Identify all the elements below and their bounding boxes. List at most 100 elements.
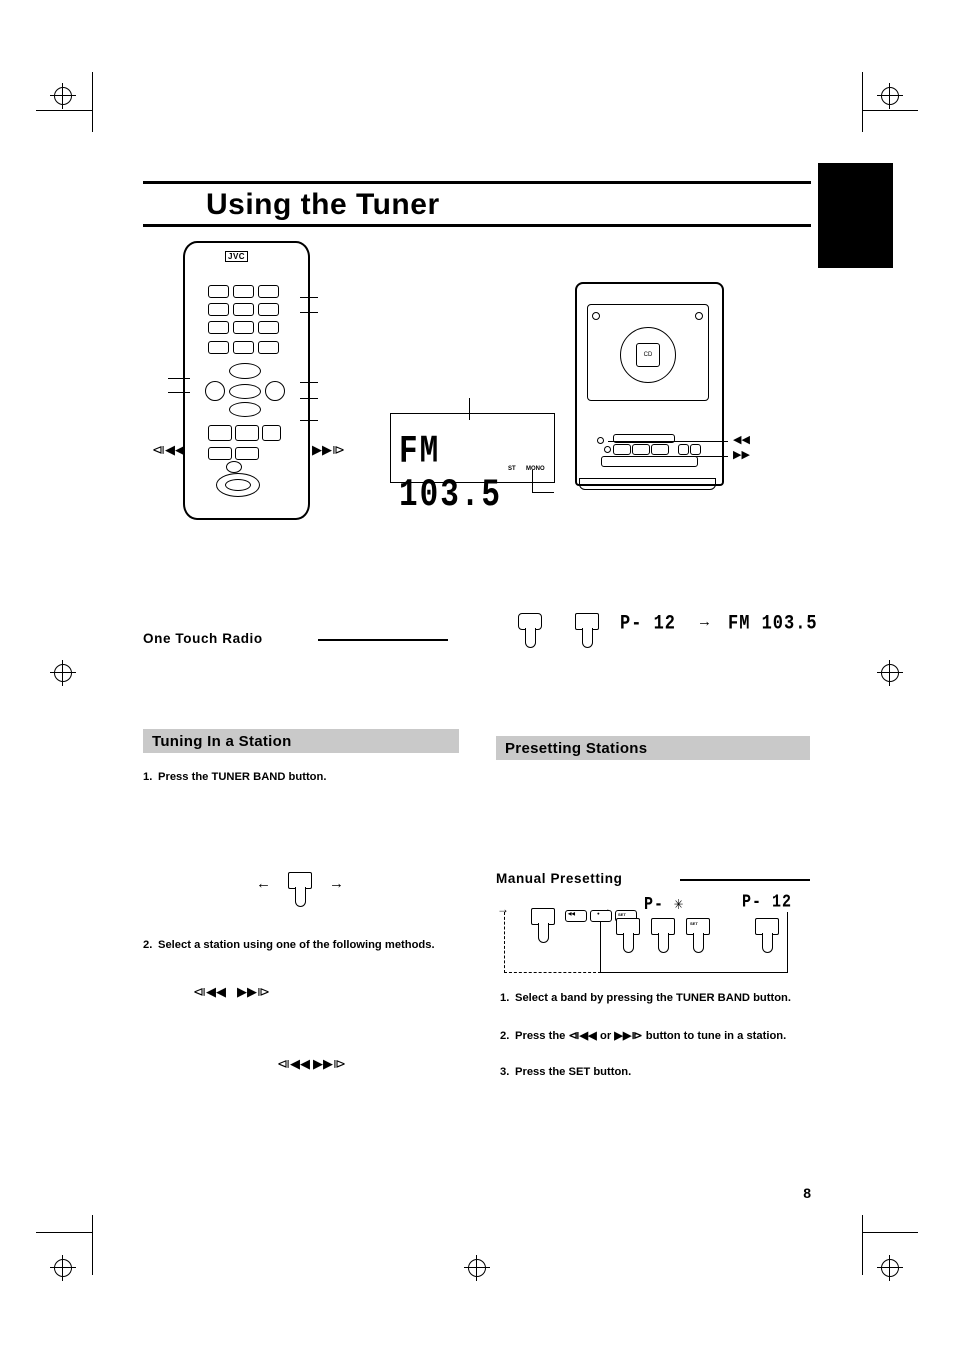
hand-finger — [582, 628, 593, 648]
unit-button-5[interactable] — [690, 444, 701, 455]
leader-line-remote-2 — [300, 312, 318, 313]
registration-mark-mid-left — [50, 660, 76, 686]
remote-rew-glyph: ⧏◀◀ — [152, 442, 185, 457]
unit-button-4[interactable] — [678, 444, 689, 455]
remote-transport-button-4[interactable] — [208, 447, 232, 460]
page-title: Using the Tuner — [206, 187, 440, 221]
registration-mark-bottom-left — [50, 1255, 76, 1281]
page-number: 8 — [803, 1185, 811, 1201]
remote-tuner-band-button[interactable] — [229, 363, 261, 379]
hand-finger — [623, 933, 634, 953]
tuning-step-1-number: 1. — [143, 771, 153, 783]
unit-corner-screw-left — [592, 312, 600, 320]
preset-flash-readout: P- ✳ — [644, 894, 685, 915]
remote-ff-glyph: ▶▶⧐ — [312, 442, 345, 457]
remote-volume-up-button[interactable] — [226, 461, 242, 473]
registration-mark-mid-right — [877, 660, 903, 686]
tuning-step-2-text: Select a station using one of the follow… — [158, 939, 435, 951]
remote-set-oval-button[interactable] — [229, 402, 261, 417]
leader-line-remote-1 — [300, 297, 318, 298]
display-mono-indicator: MONO — [526, 466, 545, 472]
crop-mark-right-vertical — [862, 72, 864, 132]
remote-button-r3c2[interactable] — [233, 321, 254, 334]
registration-mark-bottom-center — [464, 1255, 490, 1281]
hand-finger — [525, 628, 536, 648]
stereo-unit-illustration: CD — [575, 282, 724, 501]
remote-button-r1c3[interactable] — [258, 285, 279, 298]
presetting-section-bar: Presetting Stations — [496, 736, 810, 760]
unit-standby-indicator — [604, 446, 611, 453]
leader-line-display — [469, 398, 470, 420]
presetting-step-2-number: 2. — [500, 1030, 510, 1042]
remote-button-r1c1[interactable] — [208, 285, 229, 298]
remote-button-r2c1[interactable] — [208, 303, 229, 316]
tuning-rew-glyph-1: ⧏◀◀ — [193, 984, 226, 999]
remote-transport-button-1[interactable] — [208, 425, 232, 441]
one-touch-arrow: → — [697, 613, 712, 630]
remote-transport-button-2[interactable] — [235, 425, 259, 441]
crop-mark-left-vertical — [92, 72, 94, 132]
one-touch-preset-readout: P- 12 — [620, 613, 677, 636]
preset-set-button-label-2: SET — [690, 921, 698, 926]
remote-jog-dial-inner[interactable] — [225, 479, 251, 491]
tuning-ff-glyph-2: ▶▶⧐ — [313, 1056, 346, 1071]
remote-button-r4c3[interactable] — [258, 341, 279, 354]
manual-presetting-heading: Manual Presetting — [496, 871, 623, 886]
remote-button-r4c1[interactable] — [208, 341, 229, 354]
tuning-arrow-left: ← — [256, 875, 271, 892]
remote-transport-button-5[interactable] — [235, 447, 259, 460]
presetting-step-2: 2. Press the ⧏◀◀ or ▶▶⧐ button to tune i… — [500, 1029, 812, 1043]
presetting-step-1: 1. Select a band by pressing the TUNER B… — [500, 991, 808, 1005]
tuning-rew-glyph-2: ⧏◀◀ — [277, 1056, 310, 1071]
tuning-step-2: 2. Select a station using one of the fol… — [143, 938, 458, 952]
remote-left-arrow-button[interactable] — [205, 381, 225, 401]
hand-finger — [693, 933, 704, 953]
leader-line-unit-rew — [608, 441, 728, 442]
unit-rew-glyph: ◀◀ — [733, 434, 750, 446]
registration-mark-bottom-right — [877, 1255, 903, 1281]
tuning-step-2-number: 2. — [143, 939, 153, 951]
tuning-arrow-right: → — [329, 875, 344, 892]
unit-button-3[interactable] — [651, 444, 669, 455]
leader-line-remote-7 — [168, 392, 190, 393]
unit-button-2[interactable] — [632, 444, 650, 455]
presetting-step-1-number: 1. — [500, 992, 510, 1004]
tuning-ff-glyph-1: ▶▶⧐ — [237, 984, 270, 999]
remote-button-r2c3[interactable] — [258, 303, 279, 316]
leader-line-display-st — [532, 470, 533, 492]
remote-button-r1c2[interactable] — [233, 285, 254, 298]
page-edge-tab — [818, 163, 893, 268]
unit-cassette-tray[interactable] — [601, 456, 698, 467]
remote-center-oval-button[interactable] — [229, 384, 261, 399]
remote-button-r3c3[interactable] — [258, 321, 279, 334]
remote-button-r2c2[interactable] — [233, 303, 254, 316]
presetting-step-3-number: 3. — [500, 1066, 510, 1078]
cd-icon: CD — [636, 343, 660, 367]
leader-line-remote-5 — [300, 420, 318, 421]
presetting-step-3: 3. Press the SET button. — [500, 1065, 808, 1079]
remote-control-illustration: JVC — [183, 241, 310, 520]
crop-mark-top-right-horizontal — [862, 110, 918, 112]
presetting-step-2-text: Press the ⧏◀◀ or ▶▶⧐ button to tune in a… — [515, 1030, 787, 1042]
one-touch-radio-rule — [318, 639, 448, 642]
remote-right-arrow-button[interactable] — [265, 381, 285, 401]
tuning-section-bar: Tuning In a Station — [143, 729, 459, 753]
unit-button-1[interactable] — [613, 444, 631, 455]
unit-ff-glyph: ▶▶ — [733, 449, 750, 461]
tuner-display-panel: FM 103.5 ST MONO — [390, 413, 555, 518]
hand-finger — [295, 887, 306, 907]
remote-button-r3c1[interactable] — [208, 321, 229, 334]
tuning-step-1: 1. Press the TUNER BAND button. — [143, 770, 453, 784]
title-rule-bottom — [143, 223, 811, 227]
one-touch-station-readout: FM 103.5 — [728, 613, 818, 636]
presetting-step-1-text: Select a band by pressing the TUNER BAND… — [515, 992, 791, 1004]
presetting-section-heading: Presetting Stations — [505, 740, 648, 757]
hand-finger — [658, 933, 669, 953]
display-readout: FM 103.5 — [399, 430, 503, 518]
remote-transport-button-3[interactable] — [262, 425, 281, 441]
remote-button-r4c2[interactable] — [233, 341, 254, 354]
hand-finger — [762, 933, 773, 953]
tuning-step-1-text: Press the TUNER BAND button. — [158, 771, 327, 783]
leader-line-unit-ff — [612, 456, 728, 457]
crop-mark-bottom-right-vertical — [862, 1215, 864, 1275]
